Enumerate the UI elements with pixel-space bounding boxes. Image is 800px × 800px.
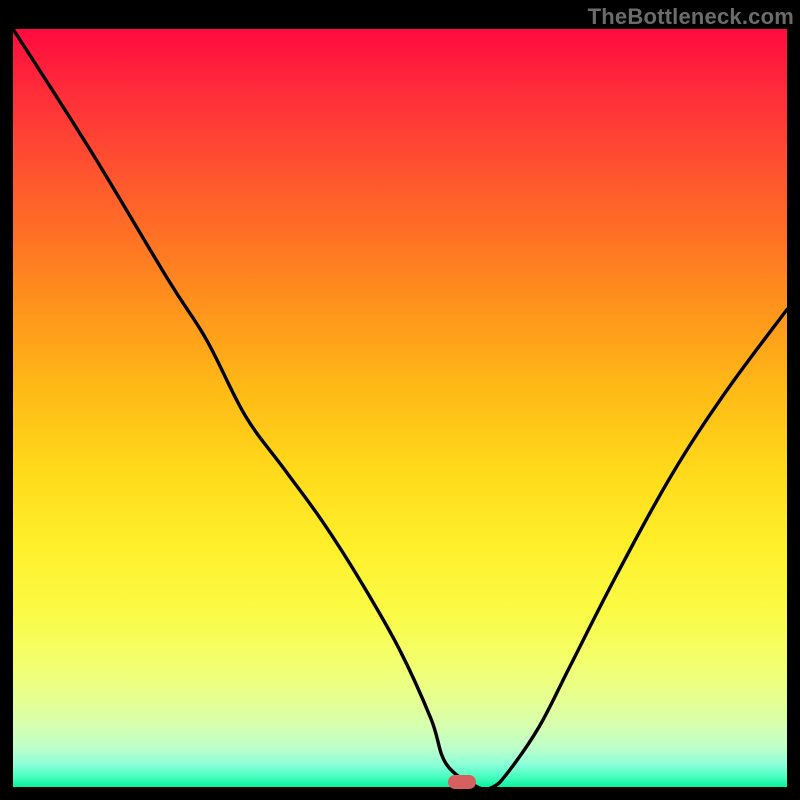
chart-frame: TheBottleneck.com bbox=[0, 0, 800, 800]
attribution-text: TheBottleneck.com bbox=[588, 4, 794, 30]
bottleneck-curve bbox=[13, 29, 787, 787]
optimal-marker bbox=[448, 775, 476, 789]
plot-area bbox=[13, 29, 787, 787]
